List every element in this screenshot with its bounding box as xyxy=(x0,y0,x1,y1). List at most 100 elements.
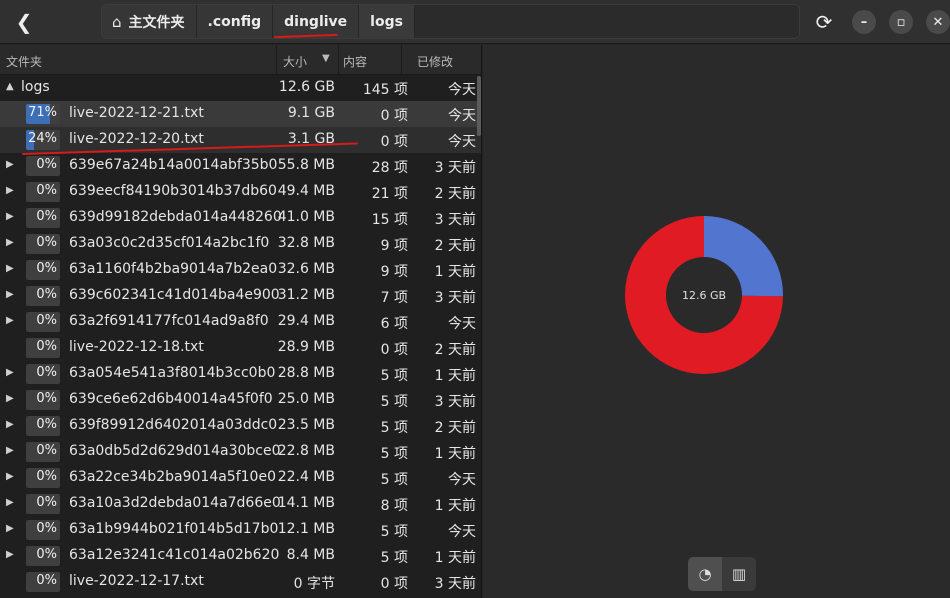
percent-bar: 0% xyxy=(26,312,60,332)
percent-label: 0% xyxy=(36,443,57,458)
percent-bar: 0% xyxy=(26,260,60,280)
file-contents: 0 项 xyxy=(380,108,408,124)
file-contents: 0 项 xyxy=(380,342,408,358)
file-contents: 0 项 xyxy=(380,576,408,592)
expand-arrow-icon[interactable]: ▶ xyxy=(6,445,16,459)
expand-arrow-icon[interactable]: ▶ xyxy=(6,211,16,225)
expand-arrow-icon[interactable]: ▶ xyxy=(6,367,16,381)
table-row[interactable]: ▶ 0% 639f89912d6402014a03ddc0 23.5 MB 5 项 2 天… xyxy=(0,413,481,439)
expand-arrow-icon[interactable]: ▶ xyxy=(6,549,16,563)
expand-arrow-icon[interactable]: ▶ xyxy=(6,159,16,173)
expand-arrow-icon[interactable]: ▶ xyxy=(6,471,16,485)
crumb-dinglive[interactable]: dinglive xyxy=(273,5,360,38)
file-contents: 5 项 xyxy=(380,550,408,566)
file-size: 9.1 GB xyxy=(287,105,335,121)
file-name: live-2022-12-20.txt xyxy=(69,131,204,147)
table-row[interactable]: ▶ 0% 63a2f6914177fc014ad9a8f0 29.4 MB 6 项 今天 xyxy=(0,309,481,335)
file-modified: 1 天前 xyxy=(434,264,476,280)
crumb-config[interactable]: .config xyxy=(196,5,274,38)
expand-arrow-icon[interactable]: ▶ xyxy=(6,419,16,433)
expand-arrow-icon[interactable]: ▶ xyxy=(6,237,16,251)
ring-center-label: 12.6 GB xyxy=(681,288,727,302)
column-size[interactable]: 大小 xyxy=(283,53,307,70)
file-size: 8.4 MB xyxy=(286,547,335,563)
percent-label: 0% xyxy=(36,261,57,276)
expand-arrow-icon[interactable]: ▶ xyxy=(6,185,16,199)
percent-bar: 0% xyxy=(26,494,60,514)
table-row[interactable]: ▶ 0% 63a1160f4b2ba9014a7b2ea0 32.6 MB 9 项 1 天… xyxy=(0,257,481,283)
file-size: 22.8 MB xyxy=(277,443,335,459)
table-row[interactable]: ▶ 0% 639c602341c41d014ba4e900 31.2 MB 7 项 3 天… xyxy=(0,283,481,309)
file-modified: 今天 xyxy=(448,108,476,124)
back-button[interactable]: ❮ xyxy=(8,6,40,38)
file-size: 12.1 MB xyxy=(277,521,335,537)
chart-pane: 12.6 GB ◔ ▥ xyxy=(483,45,950,598)
table-row[interactable]: ▶ 0% 639e67a24b14a0014abf35b0 55.8 MB 28 项 3 … xyxy=(0,153,481,179)
close-button[interactable]: ✕ xyxy=(926,10,950,34)
root-row[interactable]: ▲ logs 12.6 GB 145 项 今天 xyxy=(0,75,481,101)
treemap-icon: ▥ xyxy=(731,565,747,583)
percent-label: 0% xyxy=(36,287,57,302)
table-row[interactable]: ▶ 0% 63a22ce34b2ba9014a5f10e0 22.4 MB 5 项 今天 xyxy=(0,465,481,491)
table-row[interactable]: 24% live-2022-12-20.txt 3.1 GB 0 项今天 xyxy=(0,127,481,153)
file-modified: 今天 xyxy=(448,524,476,540)
file-contents: 15 项 xyxy=(371,212,408,228)
table-row[interactable]: ▶ 0% 63a0db5d2d629d014a30bce0 22.8 MB 5 项 1 天… xyxy=(0,439,481,465)
maximize-button[interactable]: ▫ xyxy=(889,10,913,34)
expand-arrow-icon[interactable]: ▶ xyxy=(6,289,16,303)
ring-chart: 12.6 GB xyxy=(624,215,784,379)
column-modified[interactable]: 已修改 xyxy=(417,53,453,70)
expand-arrow-icon[interactable]: ▶ xyxy=(6,393,16,407)
table-row[interactable]: ▶ 0% 63a054e541a3f8014b3cc0b0 28.8 MB 5 项 1 天… xyxy=(0,361,481,387)
table-row[interactable]: ▶ 0% 639d99182debda014a448260 41.0 MB 15 项 3 … xyxy=(0,205,481,231)
expand-arrow-icon[interactable]: ▶ xyxy=(6,315,16,329)
close-icon: ✕ xyxy=(932,14,944,30)
expand-arrow-icon[interactable]: ▶ xyxy=(6,263,16,277)
table-row[interactable]: ▶ 0% 63a12e3241c41c014a02b620 8.4 MB 5 项 1 天前 xyxy=(0,543,481,569)
minimize-button[interactable]: – xyxy=(852,10,876,34)
percent-label: 0% xyxy=(36,391,57,406)
crumb-logs[interactable]: logs xyxy=(359,5,415,38)
table-row[interactable]: 0% live-2022-12-17.txt 0 字节 0 项 3 天前 xyxy=(0,569,481,595)
table-row[interactable]: ▶ 0% 63a10a3d2debda014a7d66e0 14.1 MB 8 项 1 天… xyxy=(0,491,481,517)
column-separator xyxy=(338,45,339,75)
expand-arrow-icon[interactable]: ▶ xyxy=(6,497,16,511)
table-row[interactable]: ▶ 0% 63a1b9944b021f014b5d17b0 12.1 MB 5 项 今天 xyxy=(0,517,481,543)
crumb-home[interactable]: ⌂ 主文件夹 xyxy=(102,5,197,38)
header-bar: ❮ ⌂ 主文件夹 .config dinglive logs ⟳ – ▫ ✕ xyxy=(0,0,950,44)
breadcrumb: ⌂ 主文件夹 .config dinglive logs xyxy=(101,4,800,39)
percent-label: 0% xyxy=(36,365,57,380)
column-contents[interactable]: 内容 xyxy=(343,53,367,70)
file-modified: 3 天前 xyxy=(434,212,476,228)
percent-bar: 0% xyxy=(26,182,60,202)
file-list: 71% live-2022-12-21.txt 9.1 GB 0 项今天 24% live… xyxy=(0,101,481,595)
table-row[interactable]: ▶ 0% 639ce6e62d6b40014a45f0f0 25.0 MB 5 项 3 天… xyxy=(0,387,481,413)
crumb-dinglive-label: dinglive xyxy=(284,13,348,30)
percent-bar: 0% xyxy=(26,234,60,254)
minimize-icon: – xyxy=(860,14,868,30)
file-name: live-2022-12-18.txt xyxy=(69,339,204,355)
table-row[interactable]: ▶ 0% 639eecf84190b3014b37db60 49.4 MB 21 项 2 … xyxy=(0,179,481,205)
treemap-view-button[interactable]: ▥ xyxy=(722,557,756,591)
file-size: 31.2 MB xyxy=(277,287,335,303)
refresh-button[interactable]: ⟳ xyxy=(810,8,838,36)
column-folder[interactable]: 文件夹 xyxy=(6,53,42,70)
table-row[interactable]: 0% live-2022-12-18.txt 28.9 MB 0 项 2 天前 xyxy=(0,335,481,361)
view-toggle: ◔ ▥ xyxy=(688,557,756,591)
table-row[interactable]: ▶ 0% 63a03c0c2d35cf014a2bc1f0 32.8 MB 9 项 2 天… xyxy=(0,231,481,257)
scrollbar[interactable] xyxy=(477,76,481,136)
ring-chart-view-button[interactable]: ◔ xyxy=(688,557,722,591)
file-name: 63a1160f4b2ba9014a7b2ea0 xyxy=(69,261,278,277)
collapse-arrow-icon[interactable]: ▲ xyxy=(6,81,14,92)
file-size: 41.0 MB xyxy=(277,209,335,225)
file-size: 32.6 MB xyxy=(277,261,335,277)
file-name: 63a03c0c2d35cf014a2bc1f0 xyxy=(69,235,270,251)
file-size: 49.4 MB xyxy=(277,183,335,199)
file-contents: 9 项 xyxy=(380,238,408,254)
expand-arrow-icon[interactable]: ▶ xyxy=(6,523,16,537)
file-modified: 1 天前 xyxy=(434,368,476,384)
percent-label: 0% xyxy=(36,183,57,198)
pathbar-empty-area[interactable] xyxy=(414,5,799,38)
root-contents: 145 项 xyxy=(362,82,408,98)
table-row[interactable]: 71% live-2022-12-21.txt 9.1 GB 0 项 今天 xyxy=(0,101,481,127)
